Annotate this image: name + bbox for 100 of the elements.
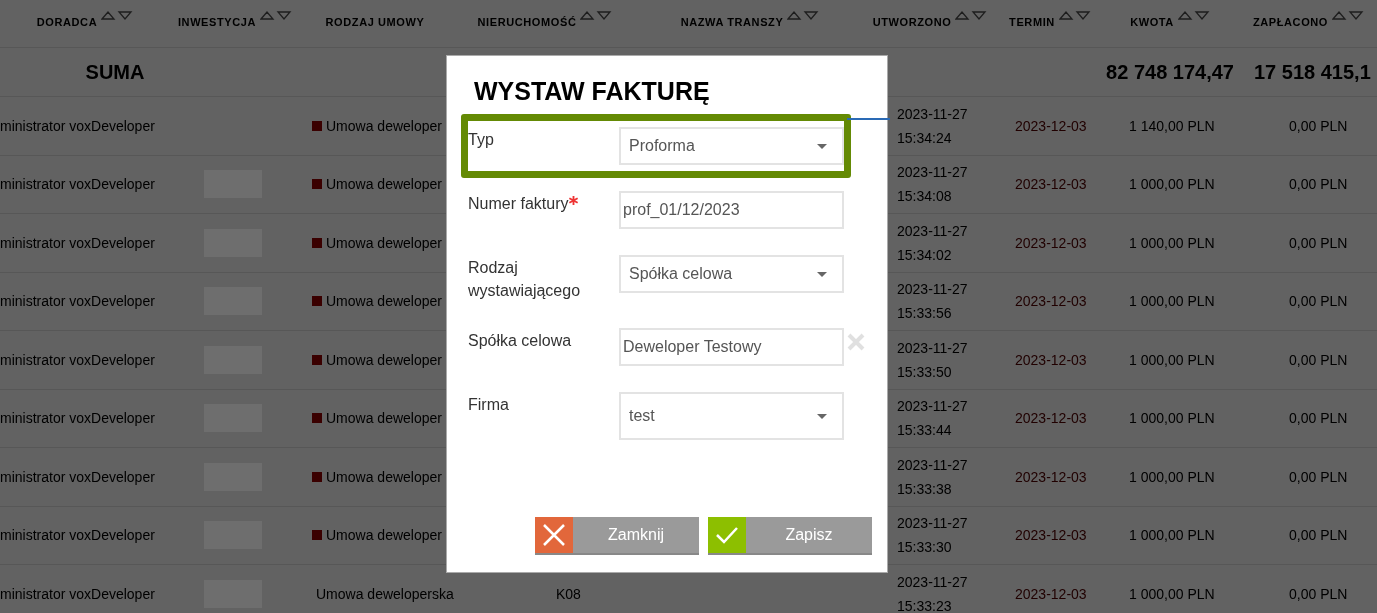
dropdown[interactable]: test	[619, 392, 844, 440]
table-cell: ministrator voxDeveloper	[0, 117, 155, 134]
table-cell: 1 000,00 PLN	[1129, 234, 1215, 251]
table-cell: 0,00 PLN	[1289, 527, 1348, 544]
table-cell: 2023-12-03	[1015, 117, 1087, 134]
save-button[interactable]: Zapisz	[708, 517, 872, 555]
sort-icon[interactable]	[1177, 10, 1210, 21]
table-cell: Umowa deweloperska	[316, 585, 454, 602]
table-cell: Umowa deweloper	[326, 234, 442, 251]
sort-icon[interactable]	[787, 10, 820, 21]
table-cell: Umowa deweloper	[326, 117, 442, 134]
caret-icon	[817, 413, 827, 419]
table-cell: 1 000,00 PLN	[1129, 351, 1215, 368]
table-cell: 0,00 PLN	[1289, 234, 1348, 251]
table-cell: Umowa deweloper	[326, 351, 442, 368]
table-cell: 1 000,00 PLN	[1129, 410, 1215, 427]
field-label: Spółka celowa	[468, 332, 572, 349]
table-cell: K08	[556, 585, 581, 602]
table-cell: ministrator voxDeveloper	[0, 410, 155, 427]
table-cell: 0,00 PLN	[1289, 117, 1348, 134]
caret-icon	[817, 271, 827, 277]
table-cell: 2023-12-03	[1015, 410, 1087, 427]
table-cell: ministrator voxDeveloper	[0, 234, 155, 251]
table-cell-text: 2023-11-27 15:33:30	[897, 514, 968, 558]
table-cell: 1 000,00 PLN	[1129, 585, 1215, 602]
table-cell-text: 2023-11-27 15:34:24	[897, 104, 968, 148]
table-cell: 2023-12-03	[1015, 527, 1087, 544]
table-cell: 2023-12-03	[1015, 468, 1087, 485]
table-cell: 0,00 PLN	[1289, 410, 1348, 427]
column-header[interactable]: TERMIN	[1009, 15, 1055, 28]
input-field[interactable]: prof_01/12/2023	[619, 191, 844, 229]
status-square-icon	[312, 471, 322, 482]
status-square-icon	[312, 354, 322, 365]
column-header[interactable]: KWOTA	[1130, 15, 1174, 28]
status-square-icon	[312, 413, 322, 424]
table-cell: ministrator voxDeveloper	[0, 176, 155, 193]
table-cell: 0,00 PLN	[1289, 176, 1348, 193]
dropdown[interactable]: Proforma	[619, 127, 844, 165]
table-cell: Umowa deweloper	[326, 410, 442, 427]
tab-underline	[847, 118, 890, 120]
status-square-icon	[312, 179, 322, 190]
sum-amount: 17 518 415,1	[1254, 60, 1371, 83]
column-header[interactable]: NIERUCHOMOŚĆ	[477, 15, 577, 28]
table-cell: 2023-12-03	[1015, 293, 1087, 310]
table-cell-text: 2023-11-27 15:33:23	[897, 572, 968, 613]
status-square-icon	[312, 237, 322, 248]
table-cell: 0,00 PLN	[1289, 351, 1348, 368]
table-cell: 1 000,00 PLN	[1129, 527, 1215, 544]
input-field[interactable]: Deweloper Testowy	[619, 328, 844, 366]
status-square-icon	[312, 530, 322, 541]
table-cell: 2023-12-03	[1015, 176, 1087, 193]
sort-icon[interactable]	[955, 10, 988, 21]
close-button[interactable]: Zamknij	[535, 517, 699, 555]
close-icon	[542, 523, 566, 547]
table-cell: ministrator voxDeveloper	[0, 585, 155, 602]
table-cell: 1 000,00 PLN	[1129, 468, 1215, 485]
column-header[interactable]: INWESTYCJA	[177, 15, 257, 28]
table-cell: 2023-12-03	[1015, 234, 1087, 251]
field-label: Rodzaj wystawiającego	[468, 259, 581, 299]
table-cell: ministrator voxDeveloper	[0, 468, 155, 485]
sum-label: SUMA	[85, 60, 145, 83]
field-label: Typ	[468, 131, 494, 148]
table-cell: 1 140,00 PLN	[1129, 117, 1215, 134]
dropdown[interactable]: Spółka celowa	[619, 255, 844, 293]
table-cell-text: 2023-11-27 15:33:44	[897, 397, 968, 441]
sort-icon[interactable]	[1332, 10, 1365, 21]
column-header[interactable]: NAZWA TRANSZY	[680, 15, 784, 28]
sort-icon[interactable]	[260, 10, 293, 21]
table-cell-text: 2023-11-27 15:33:38	[897, 455, 968, 499]
field-label: Firma	[468, 396, 509, 413]
column-header[interactable]: DORADCA	[36, 15, 98, 28]
sort-icon[interactable]	[101, 10, 134, 21]
field-label: Numer faktury	[468, 195, 569, 212]
table-cell: ministrator voxDeveloper	[0, 351, 155, 368]
sort-icon[interactable]	[1058, 10, 1091, 21]
table-cell: 1 000,00 PLN	[1129, 293, 1215, 310]
sort-icon[interactable]	[580, 10, 613, 21]
caret-icon	[817, 143, 827, 149]
table-cell: Umowa deweloper	[326, 527, 442, 544]
modal-title: WYSTAW FAKTURĘ	[474, 77, 710, 105]
column-header[interactable]: RODZAJ UMOWY	[325, 15, 425, 28]
table-cell-text: 2023-11-27 15:33:50	[897, 338, 968, 382]
column-header[interactable]: UTWORZONO	[872, 15, 952, 28]
table-cell: ministrator voxDeveloper	[0, 293, 155, 310]
table-cell: Umowa deweloper	[326, 468, 442, 485]
table-cell: 0,00 PLN	[1289, 293, 1348, 310]
table-cell: ministrator voxDeveloper	[0, 527, 155, 544]
table-cell: 2023-12-03	[1015, 585, 1087, 602]
table-cell: 2023-12-03	[1015, 351, 1087, 368]
column-header[interactable]: ZAPŁACONO	[1252, 15, 1329, 28]
table-cell: Umowa deweloper	[326, 176, 442, 193]
sum-amount: 82 748 174,47	[1106, 60, 1234, 83]
table-cell: 0,00 PLN	[1289, 468, 1348, 485]
table-cell: 1 000,00 PLN	[1129, 176, 1215, 193]
table-cell: 0,00 PLN	[1289, 585, 1348, 602]
status-square-icon	[312, 296, 322, 307]
table-cell-text: 2023-11-27 15:34:02	[897, 221, 968, 265]
table-cell-text: 2023-11-27 15:34:08	[897, 163, 968, 207]
table-cell: Umowa deweloper	[326, 293, 442, 310]
status-square-icon	[312, 120, 322, 131]
